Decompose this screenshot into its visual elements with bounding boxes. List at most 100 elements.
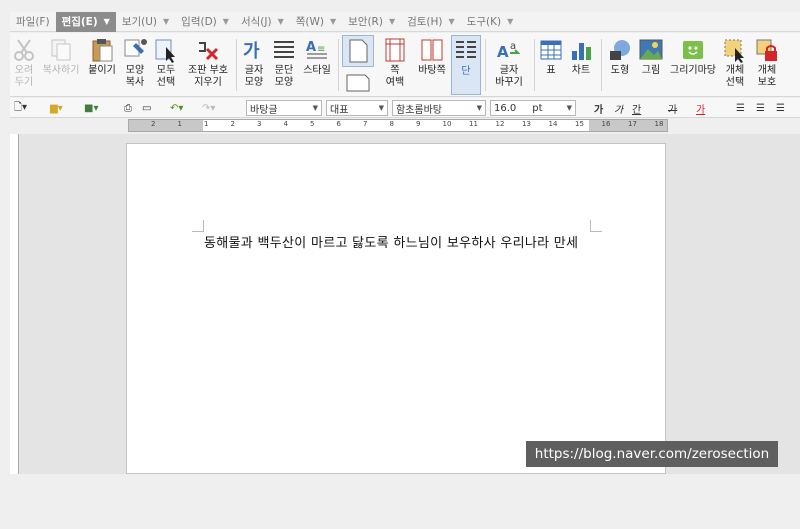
document-page[interactable] bbox=[126, 143, 666, 474]
font-size-select[interactable]: 16.0 pt ▼ bbox=[490, 100, 576, 116]
page-bg-button[interactable]: 바탕쪽 bbox=[415, 35, 449, 95]
para-shape-label: 문단 모양 bbox=[274, 65, 294, 88]
align-justify-button[interactable]: ☰ bbox=[736, 100, 745, 116]
cut-button[interactable]: 오려 두기 bbox=[10, 35, 38, 95]
blog-watermark: https://blog.naver.com/zerosection bbox=[526, 441, 778, 467]
svg-text:A: A bbox=[306, 40, 316, 55]
chevron-down-icon: ▼ bbox=[476, 104, 482, 112]
document-body-text[interactable]: 동해물과 백두산이 마르고 닳도록 하느님이 보우하사 우리나라 만세 bbox=[204, 232, 592, 256]
menu-review[interactable]: 검토(H) ▼ bbox=[401, 12, 461, 32]
page-margin-button[interactable]: 쪽 여백 bbox=[377, 35, 413, 95]
menu-format-label: 서식(J) bbox=[240, 16, 272, 28]
strike-button[interactable]: 가 bbox=[668, 100, 677, 116]
copy-label: 복사하기 bbox=[42, 65, 80, 76]
clear-codes-button[interactable]: 조판 부호 지우기 bbox=[182, 35, 234, 95]
ruler-number: 9 bbox=[416, 120, 421, 128]
clipart-icon bbox=[680, 37, 706, 63]
picture-button[interactable]: 그림 bbox=[637, 35, 665, 95]
bar-chart-icon bbox=[568, 37, 594, 63]
format-copy-label: 모양 복사 bbox=[125, 65, 145, 88]
menu-file-label: 파일(F) bbox=[16, 16, 50, 28]
shape-label: 도형 bbox=[610, 65, 630, 76]
print-button[interactable]: ⎙ bbox=[124, 100, 132, 116]
italic-button[interactable]: 가 bbox=[614, 100, 623, 116]
char-shape-button[interactable]: 가 글자 모양 bbox=[240, 35, 268, 95]
char-replace-label: 글자 바꾸기 bbox=[495, 65, 523, 88]
redo-button[interactable]: ↷▾ bbox=[202, 100, 215, 116]
clear-codes-icon bbox=[195, 37, 221, 63]
copy-button[interactable]: 복사하기 bbox=[40, 35, 82, 95]
open-button[interactable]: ▆▾ bbox=[50, 100, 63, 116]
chevron-down-icon: ▼ bbox=[507, 17, 514, 26]
copy-icon bbox=[48, 37, 74, 63]
clear-codes-label: 조판 부호 지우기 bbox=[188, 65, 228, 88]
paste-button[interactable]: 붙이기 bbox=[85, 35, 119, 95]
shape-button[interactable]: 도형 bbox=[605, 35, 635, 95]
chevron-down-icon: ▼ bbox=[448, 17, 455, 26]
menu-file[interactable]: 파일(F) bbox=[10, 12, 56, 32]
language-select[interactable]: 대표 ▼ bbox=[326, 100, 388, 116]
table-label: 표 bbox=[546, 65, 556, 76]
preview-icon: ▭ bbox=[142, 102, 152, 114]
menu-bar: 파일(F) 편집(E) ▼ 보기(U) ▼ 입력(D) ▼ 서식(J) ▼ 쪽(W) ▼ … bbox=[10, 11, 800, 32]
folder-icon: ▆▾ bbox=[50, 102, 63, 114]
object-protect-button[interactable]: 개체 보호 bbox=[751, 35, 783, 95]
horizontal-ruler[interactable]: 2 1 1 2 3 4 5 6 7 8 9 10 11 12 13 14 15 16 17 18 bbox=[128, 119, 668, 132]
ribbon-divider bbox=[338, 39, 339, 91]
page-bg-label: 바탕쪽 bbox=[418, 65, 446, 76]
object-select-icon bbox=[722, 37, 748, 63]
select-all-button[interactable]: 모두 선택 bbox=[152, 35, 180, 95]
style-select[interactable]: 바탕글 ▼ bbox=[246, 100, 322, 116]
vertical-ruler[interactable] bbox=[10, 134, 19, 474]
menu-tools[interactable]: 도구(K) ▼ bbox=[461, 12, 520, 32]
object-select-button[interactable]: 개체 선택 bbox=[721, 35, 749, 95]
chevron-down-icon: ▼ bbox=[163, 17, 170, 26]
columns-button[interactable]: 단 bbox=[451, 35, 481, 95]
picture-label: 그림 bbox=[641, 65, 661, 76]
undo-button[interactable]: ↶▾ bbox=[170, 100, 183, 116]
redo-icon: ↷▾ bbox=[202, 102, 216, 114]
menu-insert[interactable]: 입력(D) ▼ bbox=[175, 12, 235, 32]
columns-label: 단 bbox=[461, 66, 471, 77]
page-landscape-icon bbox=[345, 71, 371, 96]
font-color-button[interactable]: 가 bbox=[696, 100, 705, 116]
chart-button[interactable]: 차트 bbox=[567, 35, 595, 95]
style-button[interactable]: A ≡ 스타일 bbox=[300, 35, 334, 95]
font-color-glyph: 가 bbox=[696, 104, 706, 116]
ruler-number: 15 bbox=[575, 120, 584, 128]
underline-button[interactable]: 간 bbox=[632, 100, 641, 116]
menu-format[interactable]: 서식(J) ▼ bbox=[235, 12, 290, 32]
ruler-number: 7 bbox=[363, 120, 368, 128]
menu-tools-label: 도구(K) bbox=[466, 16, 502, 28]
page-orientation-button[interactable] bbox=[342, 35, 374, 67]
align-center-button[interactable]: ☰ bbox=[776, 100, 785, 116]
draw-market-label: 그리기마당 bbox=[670, 65, 716, 76]
table-button[interactable]: 표 bbox=[537, 35, 565, 95]
chevron-down-icon: ▼ bbox=[388, 17, 396, 26]
brush-icon bbox=[122, 37, 148, 63]
save-button[interactable]: ■▾ bbox=[84, 100, 98, 116]
columns-icon bbox=[453, 38, 479, 64]
menu-security[interactable]: 보안(R) ▼ bbox=[342, 12, 401, 32]
page-margin-label: 쪽 여백 bbox=[385, 65, 405, 88]
menu-edit[interactable]: 편집(E) ▼ bbox=[55, 11, 116, 32]
menu-review-label: 검토(H) bbox=[407, 16, 443, 28]
bold-button[interactable]: 가 bbox=[594, 100, 603, 116]
draw-market-button[interactable]: 그리기마당 bbox=[667, 35, 719, 95]
para-shape-button[interactable]: 문단 모양 bbox=[270, 35, 298, 95]
char-replace-icon: Aa bbox=[496, 37, 522, 63]
menu-view[interactable]: 보기(U) ▼ bbox=[116, 12, 175, 32]
new-doc-button[interactable]: 🗋▾ bbox=[14, 100, 27, 116]
page-landscape-button[interactable] bbox=[342, 69, 374, 95]
menu-page[interactable]: 쪽(W) ▼ bbox=[290, 12, 342, 32]
font-select[interactable]: 함초롬바탕 ▼ bbox=[392, 100, 486, 116]
new-document-icon: 🗋▾ bbox=[14, 101, 28, 113]
preview-button[interactable]: ▭ bbox=[142, 100, 151, 116]
format-copy-button[interactable]: 모양 복사 bbox=[121, 35, 149, 95]
ribbon-divider bbox=[236, 39, 237, 91]
align-left-button[interactable]: ☰ bbox=[756, 100, 765, 116]
chevron-down-icon: ▼ bbox=[378, 104, 384, 112]
char-replace-button[interactable]: Aa 글자 바꾸기 bbox=[488, 35, 530, 95]
font-size-unit: pt bbox=[532, 102, 543, 114]
ruler-number: 2 bbox=[230, 120, 235, 128]
